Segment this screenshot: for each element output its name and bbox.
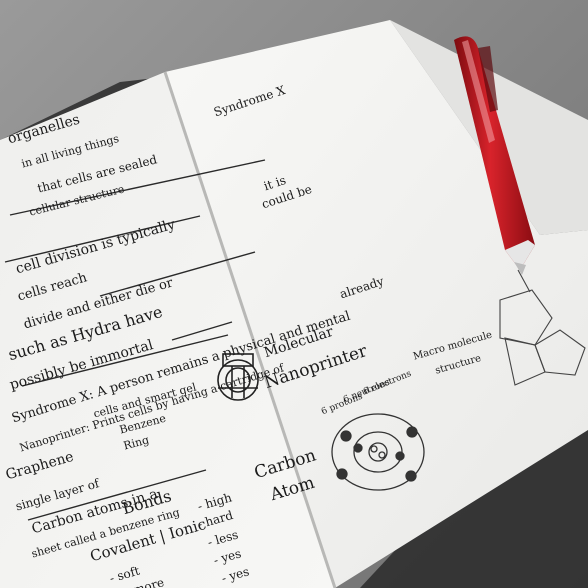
notebook-photo: organelles in all living things that cel… <box>0 0 588 588</box>
scene-illustration <box>0 0 588 588</box>
